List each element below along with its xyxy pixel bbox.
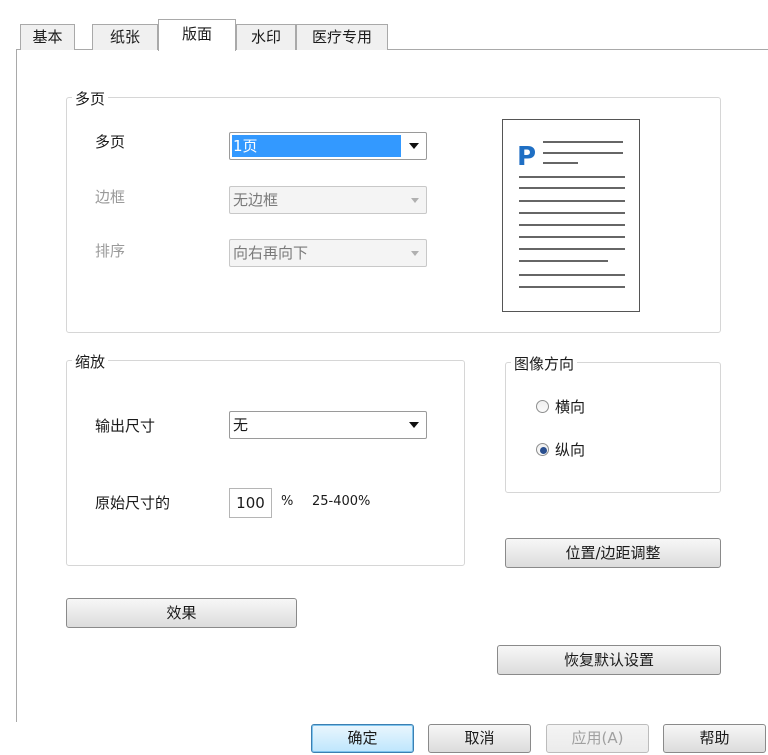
border-label: 边框: [95, 188, 126, 206]
border-value: 无边框: [233, 191, 279, 209]
output-size-select[interactable]: 无: [229, 411, 427, 439]
landscape-radio[interactable]: [536, 400, 549, 413]
tab-basic[interactable]: 基本: [20, 24, 75, 50]
tab-medical[interactable]: 医疗专用: [296, 24, 388, 50]
pages-per-sheet-value: 1页: [232, 135, 401, 157]
border-select[interactable]: 无边框: [229, 186, 427, 214]
chevron-down-icon: [409, 422, 419, 428]
radio-selected-dot: [540, 447, 547, 454]
page-preview-icon: P: [517, 141, 625, 288]
apply-button[interactable]: 应用(A): [546, 724, 649, 753]
scale-range-hint: 25-400%: [312, 494, 371, 509]
orientation-group-label: 图像方向: [511, 353, 578, 374]
position-margin-button[interactable]: 位置/边距调整: [505, 538, 721, 568]
chevron-down-icon: [411, 251, 419, 256]
pages-per-sheet-select[interactable]: 1页: [229, 132, 427, 160]
page-preview: P: [502, 119, 640, 312]
tab-watermark[interactable]: 水印: [236, 24, 296, 50]
portrait-radio[interactable]: [536, 443, 549, 456]
order-value: 向右再向下: [233, 244, 309, 262]
multipage-group-label: 多页: [72, 88, 109, 109]
orientation-group: [505, 362, 721, 493]
portrait-label[interactable]: 纵向: [555, 439, 585, 460]
order-label: 排序: [95, 242, 126, 260]
help-button[interactable]: 帮助: [663, 724, 766, 753]
restore-defaults-button[interactable]: 恢复默认设置: [497, 645, 721, 675]
scaling-group: [66, 360, 465, 566]
scale-percent-input[interactable]: 100: [229, 488, 272, 518]
pages-per-sheet-label: 多页: [95, 133, 126, 151]
landscape-label[interactable]: 横向: [555, 396, 585, 417]
chevron-down-icon: [409, 143, 419, 149]
effects-button[interactable]: 效果: [66, 598, 297, 628]
chevron-down-icon: [411, 198, 419, 203]
scaling-group-label: 缩放: [72, 351, 109, 372]
tab-layout[interactable]: 版面: [158, 19, 236, 51]
original-size-label: 原始尺寸的: [95, 494, 171, 512]
order-select[interactable]: 向右再向下: [229, 239, 427, 267]
output-size-value: 无: [233, 416, 249, 434]
percent-unit: %: [281, 494, 294, 509]
tab-paper[interactable]: 纸张: [92, 24, 158, 50]
cancel-button[interactable]: 取消: [428, 724, 531, 753]
output-size-label: 输出尺寸: [95, 417, 156, 435]
ok-button[interactable]: 确定: [311, 724, 414, 753]
preview-letter: P: [517, 142, 536, 172]
